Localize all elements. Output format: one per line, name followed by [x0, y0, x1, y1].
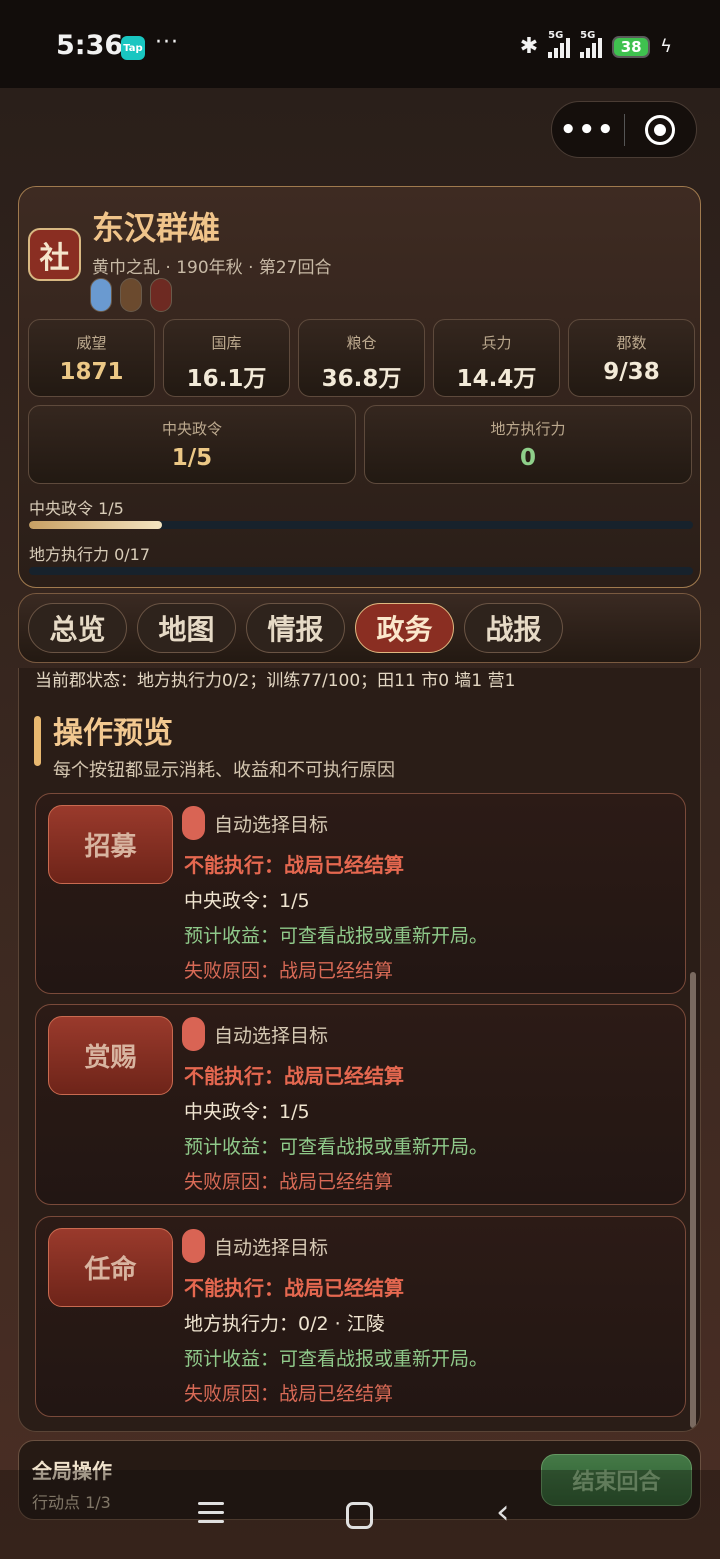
gain-text: 预计收益：可查看战报或重新开局。 — [184, 925, 489, 947]
order-value: 1/5 — [171, 445, 213, 471]
reward-button[interactable]: 赏赐 — [48, 1016, 173, 1095]
central-orders-box: 中央政令 1/5 — [28, 405, 356, 484]
status-pill — [120, 278, 142, 312]
faction-subtitle: 黄巾之乱 · 190年秋 · 第27回合 — [92, 258, 332, 278]
menu-icon[interactable] — [198, 1502, 224, 1529]
stat-label: 威望 — [76, 334, 107, 352]
tab-map[interactable]: 地图 — [137, 603, 236, 653]
charging-icon: ϟ — [660, 36, 672, 57]
tab-battle-report[interactable]: 战报 — [464, 603, 563, 653]
target-toggle[interactable] — [182, 1017, 205, 1051]
cost-text: 中央政令：1/5 — [184, 1101, 310, 1123]
stat-prestige: 威望 1871 — [28, 319, 155, 397]
stat-row: 威望 1871 国库 16.1万 粮仓 36.8万 兵力 14.4万 郡数 9/… — [28, 319, 695, 397]
central-orders-bar-label: 中央政令 1/5 — [29, 499, 124, 518]
stat-value: 14.4万 — [456, 366, 537, 392]
stat-value: 16.1万 — [186, 366, 267, 392]
system-nav-bar: ‹ — [0, 1470, 720, 1559]
cost-text: 地方执行力：0/2 · 江陵 — [184, 1313, 385, 1335]
faction-name: 东汉群雄 — [92, 209, 221, 247]
fail-reason: 失败原因：战局已经结算 — [184, 1383, 394, 1405]
action-card-appoint: 任命 自动选择目标 不能执行：战局已经结算 地方执行力：0/2 · 江陵 预计收… — [35, 1216, 686, 1417]
stat-commanderies: 郡数 9/38 — [568, 319, 695, 397]
fail-reason: 失败原因：战局已经结算 — [184, 1171, 394, 1193]
status-pill — [150, 278, 172, 312]
target-label: 自动选择目标 — [214, 1025, 329, 1047]
commandery-status: 当前郡状态：地方执行力0/2；训练77/100；田11 市0 墙1 营1 — [35, 671, 516, 691]
action-card-reward: 赏赐 自动选择目标 不能执行：战局已经结算 中央政令：1/5 预计收益：可查看战… — [35, 1004, 686, 1205]
stat-value: 36.8万 — [321, 366, 402, 392]
stat-label: 郡数 — [616, 334, 647, 352]
battery-icon: 38 — [612, 35, 651, 58]
target-toggle[interactable] — [182, 806, 205, 840]
faction-badge: 社 — [28, 228, 81, 281]
stat-label: 兵力 — [481, 334, 512, 352]
tab-bar: 总览 地图 情报 政务 战报 — [18, 593, 701, 663]
central-orders-progress — [29, 521, 693, 529]
home-icon[interactable] — [346, 1502, 373, 1529]
section-title: 操作预览 — [53, 716, 173, 751]
miniprogram-capsule: ••• — [551, 101, 697, 158]
error-text: 不能执行：战局已经结算 — [184, 1276, 404, 1300]
signal-icon: 5G — [580, 30, 603, 58]
recruit-button[interactable]: 招募 — [48, 805, 173, 884]
more-notifications-icon: ··· — [155, 30, 179, 55]
status-pill — [90, 278, 112, 312]
stat-granary: 粮仓 36.8万 — [298, 319, 425, 397]
cost-text: 中央政令：1/5 — [184, 890, 310, 912]
clock: 5:36 — [56, 30, 124, 61]
local-execution-box: 地方执行力 0 — [364, 405, 692, 484]
target-label: 自动选择目标 — [214, 1237, 329, 1259]
fail-reason: 失败原因：战局已经结算 — [184, 960, 394, 982]
stat-value: 1871 — [59, 359, 124, 385]
section-subtitle: 每个按钮都显示消耗、收益和不可执行原因 — [53, 760, 395, 781]
central-orders-progress-fill — [29, 521, 162, 529]
appoint-button[interactable]: 任命 — [48, 1228, 173, 1307]
stat-label: 粮仓 — [346, 334, 377, 352]
gain-text: 预计收益：可查看战报或重新开局。 — [184, 1348, 489, 1370]
back-icon[interactable]: ‹ — [496, 1492, 510, 1532]
status-pills — [90, 278, 172, 312]
stat-value: 9/38 — [603, 359, 660, 385]
tab-governance[interactable]: 政务 — [355, 603, 454, 653]
more-icon[interactable]: ••• — [552, 115, 624, 145]
stat-treasury: 国库 16.1万 — [163, 319, 290, 397]
scrollbar[interactable] — [690, 972, 696, 1428]
tap-app-icon: Tap — [121, 36, 145, 60]
local-execution-progress — [29, 567, 693, 575]
tab-overview[interactable]: 总览 — [28, 603, 127, 653]
error-text: 不能执行：战局已经结算 — [184, 1064, 404, 1088]
governance-panel: 当前郡状态：地方执行力0/2；训练77/100；田11 市0 墙1 营1 操作预… — [18, 668, 701, 1432]
order-label: 中央政令 — [161, 420, 222, 438]
orders-row: 中央政令 1/5 地方执行力 0 — [28, 405, 692, 484]
gain-text: 预计收益：可查看战报或重新开局。 — [184, 1136, 489, 1158]
order-label: 地方执行力 — [490, 420, 566, 438]
tab-intel[interactable]: 情报 — [246, 603, 345, 653]
stat-label: 国库 — [211, 334, 242, 352]
order-value: 0 — [519, 445, 536, 471]
action-card-recruit: 招募 自动选择目标 不能执行：战局已经结算 中央政令：1/5 预计收益：可查看战… — [35, 793, 686, 994]
target-label: 自动选择目标 — [214, 814, 329, 836]
local-execution-bar-label: 地方执行力 0/17 — [29, 545, 151, 564]
target-toggle[interactable] — [182, 1229, 205, 1263]
bluetooth-icon: ✱ — [519, 34, 539, 59]
signal-icon: 5G — [548, 30, 571, 58]
stat-troops: 兵力 14.4万 — [433, 319, 560, 397]
faction-header-card: 社 东汉群雄 黄巾之乱 · 190年秋 · 第27回合 威望 1871 国库 1… — [18, 186, 701, 588]
target-icon[interactable] — [625, 114, 697, 145]
status-bar: 5:36 Tap ··· ✱ 5G 5G 38 ϟ — [0, 0, 720, 88]
section-accent — [34, 716, 41, 766]
error-text: 不能执行：战局已经结算 — [184, 853, 404, 877]
